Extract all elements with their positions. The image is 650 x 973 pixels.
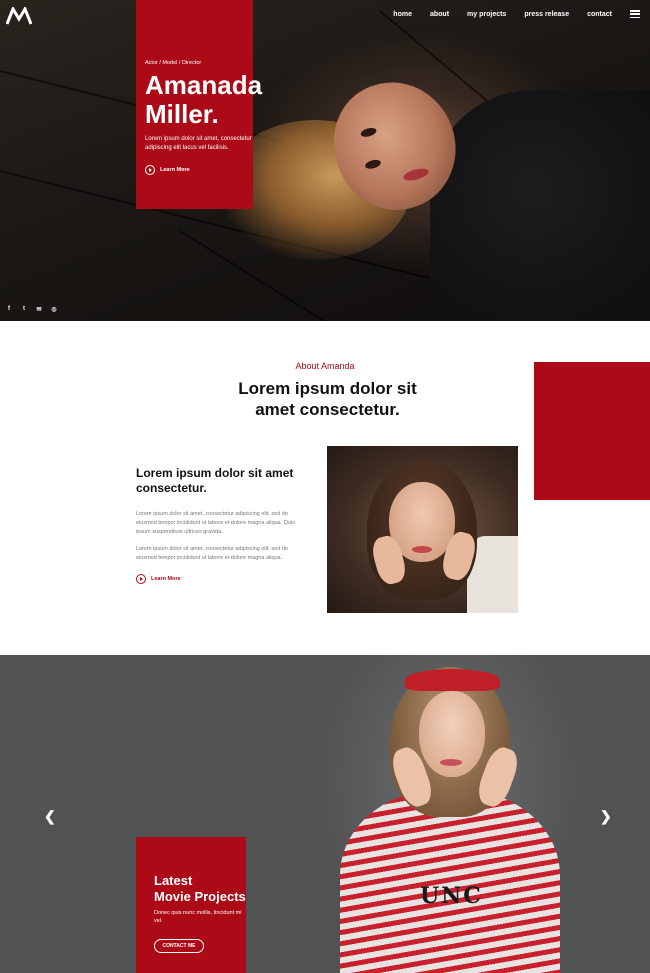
hero-name-line1: Amanada [145, 70, 263, 100]
projects-description: Donec quis nunc mollis, tincidunt mi vel… [154, 910, 242, 924]
hero-tagline: Actor / Model / Director [145, 60, 202, 66]
hero-learn-more-link[interactable]: Learn More [145, 165, 244, 175]
play-circle-icon [136, 574, 146, 584]
projects-model-photo: UNC [315, 655, 585, 973]
eye [364, 158, 382, 171]
hero-description: Lorem ipsum dolor sit amet, consectetur … [145, 136, 252, 151]
carousel-prev-arrow-icon[interactable]: ❮ [44, 808, 56, 825]
top-navigation: home about my projects press release con… [393, 10, 640, 18]
play-circle-icon [145, 165, 155, 175]
social-links: f t ✉ ◎ [6, 306, 57, 313]
photo-lips [412, 546, 432, 553]
hamburger-menu-icon[interactable] [630, 10, 640, 18]
carousel-next-arrow-icon[interactable]: ❯ [600, 808, 612, 825]
nav-press-release[interactable]: press release [524, 11, 569, 18]
projects-title-line1: Latest [154, 873, 193, 888]
nav-my-projects[interactable]: my projects [467, 11, 506, 18]
projects-section: UNC ❮ ❯ Latest Movie Projects Donec quis… [0, 655, 650, 973]
hero-learn-more-label: Learn More [160, 167, 190, 173]
about-heading: Lorem ipsum dolor sit amet consectetur. [136, 466, 294, 495]
nav-contact[interactable]: contact [587, 11, 612, 18]
contact-me-button[interactable]: CONTACT ME [154, 939, 204, 953]
brand-logo-icon[interactable] [6, 7, 32, 25]
photo-striped-shirt [340, 790, 560, 973]
about-learn-more-label: Learn More [151, 576, 181, 582]
instagram-icon[interactable]: ◎ [51, 306, 57, 313]
eye [359, 126, 378, 139]
about-paragraph-1: Lorem ipsum dolor sit amet, consectetur … [136, 511, 295, 535]
photo-lips [440, 759, 462, 766]
projects-title-line2: Movie Projects [154, 889, 246, 904]
hero-name-line2: Miller. [145, 99, 219, 129]
nav-about[interactable]: about [430, 11, 449, 18]
hero-photo-shirt [430, 90, 650, 321]
lips [402, 166, 430, 183]
photo-headband [405, 669, 500, 691]
hero-intro-card: Actor / Model / Director Amanada Miller.… [136, 0, 262, 209]
decorative-red-block [534, 362, 650, 500]
youtube-icon[interactable]: ✉ [36, 306, 42, 313]
about-paragraph-2: Lorem ipsum dolor sit amet, consectetur … [136, 546, 288, 561]
about-learn-more-link[interactable]: Learn More [136, 574, 181, 584]
twitter-icon[interactable]: t [21, 306, 27, 313]
hero-section: home about my projects press release con… [0, 0, 650, 321]
projects-card: Latest Movie Projects Donec quis nunc mo… [136, 837, 246, 973]
nav-home[interactable]: home [393, 11, 412, 18]
about-portrait-photo [327, 446, 518, 613]
shirt-print-text: UNC [420, 883, 483, 909]
facebook-icon[interactable]: f [6, 306, 12, 313]
